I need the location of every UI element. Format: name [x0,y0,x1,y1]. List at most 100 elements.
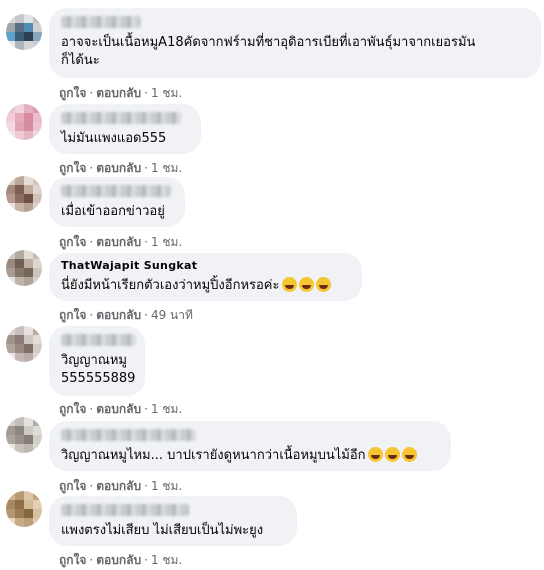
avatar[interactable] [6,14,42,50]
reply-link[interactable]: ตอบกลับ [96,551,141,570]
avatar-mosaic-tile [33,104,42,113]
comment-bubble: ไม่มันแพงแอด555 [49,104,201,154]
avatar-mosaic-tile [15,176,24,185]
blurred-author-name[interactable] [61,334,136,346]
avatar-mosaic-tile [33,344,42,353]
laughing-emoji-icon [281,277,297,292]
avatar-mosaic-tile [6,491,15,500]
avatar[interactable] [6,176,42,212]
blurred-author-name[interactable] [61,429,196,441]
comment-actions: ถูกใจ · ตอบกลับ · 1 ชม. [59,477,182,496]
like-link[interactable]: ถูกใจ [59,233,86,252]
reply-link[interactable]: ตอบกลับ [96,159,141,178]
comment-timestamp[interactable]: 1 ชม. [151,159,182,178]
avatar[interactable] [6,104,42,140]
comment-text: วิญญาณหมู 555555889 [61,353,136,386]
avatar-mosaic-tile [15,259,24,268]
avatar-mosaic-tile [33,32,42,41]
avatar-mosaic-tile [15,268,24,277]
avatar-mosaic-tile [24,194,33,203]
avatar-mosaic-tile [24,491,33,500]
reply-link[interactable]: ตอบกลับ [96,400,141,419]
avatar[interactable] [6,491,42,527]
avatar-mosaic-tile [6,41,15,50]
avatar-mosaic-tile [15,250,24,259]
separator-dot: · [89,86,94,100]
avatar-mosaic-tile [15,500,24,509]
comment-text: วิญญาณหมูไหม... บาปเรายังดูหนากว่าเนื้อห… [61,447,439,465]
separator-dot: · [144,86,148,100]
reply-link[interactable]: ตอบกลับ [96,84,141,103]
avatar-mosaic-tile [15,353,24,362]
avatar-mosaic-tile [6,268,15,277]
like-link[interactable]: ถูกใจ [59,477,86,496]
avatar-mosaic-tile [6,518,15,527]
reply-link[interactable]: ตอบกลับ [96,233,141,252]
avatar-mosaic-tile [6,32,15,41]
avatar-mosaic-tile [15,14,24,23]
avatar-mosaic-tile [33,335,42,344]
avatar-mosaic-tile [24,344,33,353]
blurred-author-name[interactable] [61,112,181,124]
avatar-mosaic-tile [15,104,24,113]
avatar-mosaic-tile [33,41,42,50]
avatar-mosaic-tile [24,113,33,122]
avatar-mosaic-tile [33,326,42,335]
avatar-mosaic-tile [6,176,15,185]
comment-text: อาจจะเป็นเนื้อหมูA18คัดจากฟร์ามที่ชาอุดิ… [61,35,476,68]
comment-timestamp[interactable]: 1 ชม. [151,233,182,252]
blurred-author-name[interactable] [61,504,189,516]
blurred-author-name[interactable] [61,185,171,197]
comment-text-content: นี่ยังมีหน้าเรียกตัวเองว่าหมูปิ้งอีกหรอค… [61,278,280,293]
avatar[interactable] [6,417,42,453]
avatar-mosaic-tile [33,185,42,194]
like-link[interactable]: ถูกใจ [59,159,86,178]
laughing-emoji-icon [367,447,383,462]
avatar-mosaic-tile [24,353,33,362]
blurred-author-name[interactable] [61,16,141,28]
laughing-emoji-icon [315,277,331,292]
comment-timestamp[interactable]: 49 นาที [151,306,193,325]
comment-author-name[interactable]: ThatWajapit Sungkat [61,261,350,273]
avatar-mosaic-tile [33,491,42,500]
like-link[interactable]: ถูกใจ [59,400,86,419]
avatar[interactable] [6,326,42,362]
avatar-mosaic-tile [33,131,42,140]
like-link[interactable]: ถูกใจ [59,306,86,325]
avatar-mosaic-tile [15,185,24,194]
avatar-mosaic-tile [33,203,42,212]
avatar-mosaic-tile [6,185,15,194]
comment-bubble: เมื่อเข้าออกข่าวอยู่ [49,177,185,227]
avatar-mosaic-tile [6,131,15,140]
avatar-mosaic-tile [24,444,33,453]
comment-timestamp[interactable]: 1 ชม. [151,551,182,570]
comment-bubble: อาจจะเป็นเนื้อหมูA18คัดจากฟร์ามที่ชาอุดิ… [49,8,541,78]
comment-text: เมื่อเข้าออกข่าวอยู่ [61,204,165,219]
avatar-mosaic-tile [6,509,15,518]
comment-text: ไม่มันแพงแอด555 [61,131,167,146]
avatar-mosaic-tile [6,417,15,426]
avatar-mosaic-tile [15,444,24,453]
comment-timestamp[interactable]: 1 ชม. [151,477,182,496]
avatar-mosaic-tile [24,500,33,509]
avatar-mosaic-tile [33,122,42,131]
avatar-mosaic-tile [6,444,15,453]
avatar-mosaic-tile [6,326,15,335]
avatar-mosaic-tile [33,435,42,444]
avatar-mosaic-tile [33,353,42,362]
separator-dot: · [89,553,94,567]
reply-link[interactable]: ตอบกลับ [96,306,141,325]
like-link[interactable]: ถูกใจ [59,551,86,570]
avatar-mosaic-tile [15,435,24,444]
avatar-mosaic-tile [33,500,42,509]
separator-dot: · [89,402,94,416]
comment-timestamp[interactable]: 1 ชม. [151,400,182,419]
like-link[interactable]: ถูกใจ [59,84,86,103]
avatar-mosaic-tile [6,194,15,203]
reply-link[interactable]: ตอบกลับ [96,477,141,496]
avatar[interactable] [6,250,42,286]
comment-timestamp[interactable]: 1 ชม. [151,84,182,103]
avatar-mosaic-tile [6,23,15,32]
avatar-mosaic-tile [6,14,15,23]
avatar-mosaic-tile [24,250,33,259]
